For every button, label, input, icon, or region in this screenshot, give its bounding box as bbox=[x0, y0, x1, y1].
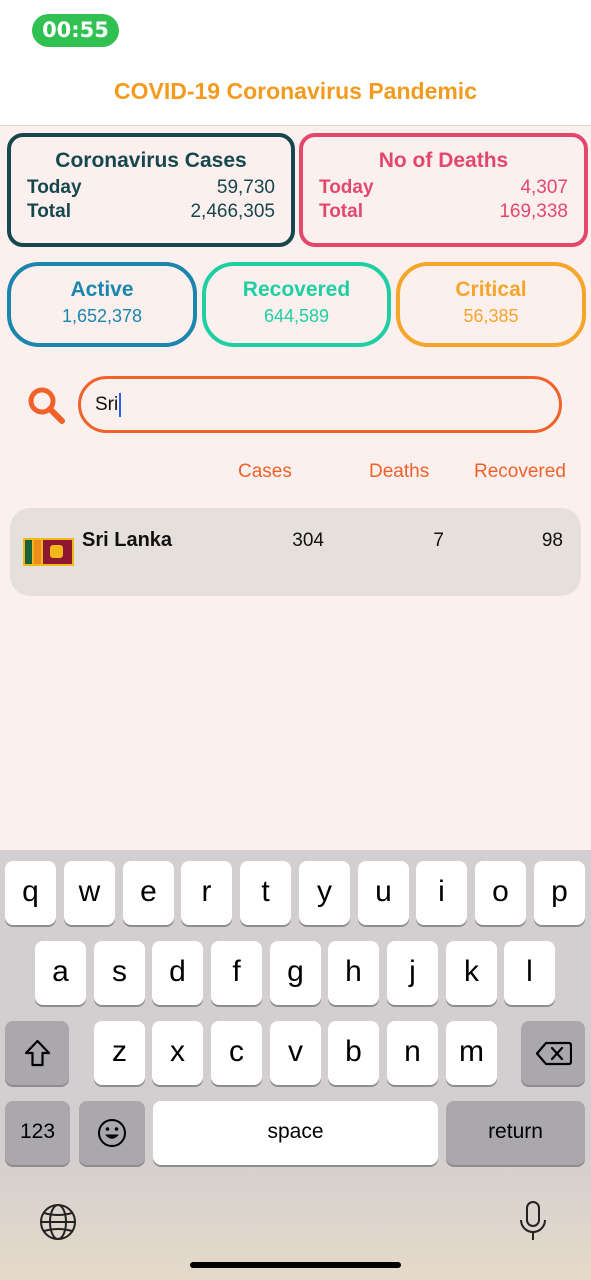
key-l[interactable]: l bbox=[504, 941, 555, 1005]
numbers-key[interactable]: 123 bbox=[5, 1101, 70, 1165]
space-key[interactable]: space bbox=[153, 1101, 438, 1165]
key-n[interactable]: n bbox=[387, 1021, 438, 1085]
text-caret bbox=[119, 392, 122, 417]
key-y[interactable]: y bbox=[299, 861, 350, 925]
deaths-total-label: Total bbox=[319, 201, 363, 222]
emoji-icon bbox=[98, 1119, 126, 1147]
active-value: 1,652,378 bbox=[61, 306, 143, 326]
sri-lanka-flag bbox=[23, 538, 74, 566]
recovered-card: Recovered 644,589 bbox=[202, 262, 391, 347]
backspace-key[interactable] bbox=[521, 1021, 585, 1085]
search-icon[interactable] bbox=[26, 385, 66, 425]
critical-value: 56,385 bbox=[463, 306, 519, 326]
country-deaths: 7 bbox=[433, 530, 444, 551]
key-d[interactable]: d bbox=[152, 941, 203, 1005]
search-input[interactable]: Sri bbox=[78, 376, 562, 433]
key-q[interactable]: q bbox=[5, 861, 56, 925]
key-s[interactable]: s bbox=[94, 941, 145, 1005]
backspace-icon bbox=[535, 1041, 572, 1066]
cases-card: Coronavirus Cases Today 59,730 Total 2,4… bbox=[7, 133, 295, 247]
cases-total-label: Total bbox=[27, 201, 71, 222]
cases-title: Coronavirus Cases bbox=[55, 149, 247, 172]
country-name: Sri Lanka bbox=[82, 529, 173, 551]
key-z[interactable]: z bbox=[94, 1021, 145, 1085]
key-v[interactable]: v bbox=[270, 1021, 321, 1085]
key-k[interactable]: k bbox=[446, 941, 497, 1005]
deaths-title: No of Deaths bbox=[378, 149, 509, 172]
key-w[interactable]: w bbox=[64, 861, 115, 925]
cases-today-label: Today bbox=[27, 177, 82, 198]
column-header-recovered: Recovered bbox=[474, 461, 566, 482]
key-i[interactable]: i bbox=[416, 861, 467, 925]
deaths-today-value: 4,307 bbox=[520, 177, 568, 198]
deaths-card: No of Deaths Today 4,307 Total 169,338 bbox=[299, 133, 588, 247]
key-x[interactable]: x bbox=[152, 1021, 203, 1085]
search-input-value: Sri bbox=[95, 394, 119, 415]
key-p[interactable]: p bbox=[534, 861, 585, 925]
critical-card: Critical 56,385 bbox=[396, 262, 586, 347]
emoji-key[interactable] bbox=[79, 1101, 145, 1165]
deaths-total-value: 169,338 bbox=[499, 201, 568, 222]
microphone-icon[interactable] bbox=[517, 1200, 549, 1242]
active-label: Active bbox=[70, 278, 134, 301]
key-a[interactable]: a bbox=[35, 941, 86, 1005]
onscreen-keyboard: q w e r t y u i o p a s d f g h j k l z … bbox=[0, 850, 591, 1280]
cases-today-value: 59,730 bbox=[216, 177, 275, 198]
return-key[interactable]: return bbox=[446, 1101, 585, 1165]
status-time: 00:55 bbox=[32, 14, 119, 47]
key-g[interactable]: g bbox=[270, 941, 321, 1005]
recovered-value: 644,589 bbox=[263, 306, 330, 326]
key-r[interactable]: r bbox=[181, 861, 232, 925]
key-m[interactable]: m bbox=[446, 1021, 497, 1085]
key-h[interactable]: h bbox=[328, 941, 379, 1005]
key-t[interactable]: t bbox=[240, 861, 291, 925]
key-c[interactable]: c bbox=[211, 1021, 262, 1085]
key-o[interactable]: o bbox=[475, 861, 526, 925]
key-f[interactable]: f bbox=[211, 941, 262, 1005]
home-indicator[interactable] bbox=[190, 1262, 401, 1268]
cases-total-value: 2,466,305 bbox=[190, 201, 275, 222]
shift-key[interactable] bbox=[5, 1021, 69, 1085]
deaths-today-label: Today bbox=[319, 177, 374, 198]
critical-label: Critical bbox=[455, 278, 527, 301]
shift-icon bbox=[24, 1039, 51, 1067]
recovered-label: Recovered bbox=[242, 278, 351, 301]
country-row-sri-lanka[interactable]: Sri Lanka 304 7 98 bbox=[10, 508, 581, 596]
country-recovered: 98 bbox=[541, 530, 563, 551]
country-cases: 304 bbox=[292, 530, 324, 551]
active-card: Active 1,652,378 bbox=[7, 262, 197, 347]
app-title: COVID-19 Coronavirus Pandemic bbox=[114, 78, 477, 104]
column-header-cases: Cases bbox=[238, 461, 292, 482]
globe-icon[interactable] bbox=[38, 1202, 78, 1242]
key-u[interactable]: u bbox=[358, 861, 409, 925]
key-j[interactable]: j bbox=[387, 941, 438, 1005]
key-b[interactable]: b bbox=[328, 1021, 379, 1085]
key-e[interactable]: e bbox=[123, 861, 174, 925]
column-header-deaths: Deaths bbox=[369, 461, 430, 482]
app-header: 00:55 COVID-19 Coronavirus Pandemic bbox=[0, 0, 591, 126]
